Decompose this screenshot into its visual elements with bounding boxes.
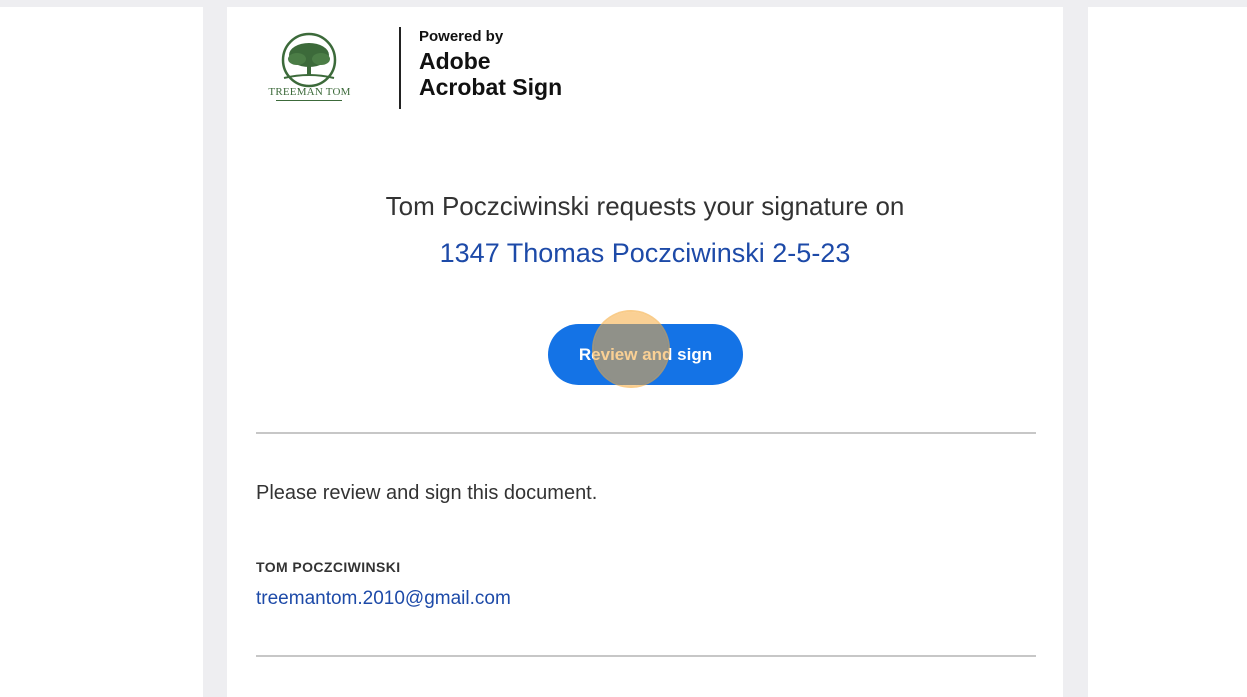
logo-divider xyxy=(399,27,401,109)
sender-email-link[interactable]: treemantom.2010@gmail.com xyxy=(256,588,511,610)
email-card: TREEMAN TOM Powered by Adobe Acrobat Sig… xyxy=(227,7,1063,697)
signature-request-text: Tom Poczciwinski requests your signature… xyxy=(385,191,905,221)
review-and-sign-button[interactable]: Review and sign xyxy=(548,324,743,385)
sender-name: TOM POCZCIWINSKI xyxy=(256,559,401,575)
page-background-right xyxy=(1063,0,1088,697)
section-divider-bottom xyxy=(256,655,1036,657)
product-name-line2: Acrobat Sign xyxy=(419,74,563,100)
logo-underline xyxy=(276,100,342,101)
message-text: Please review and sign this document. xyxy=(256,482,598,504)
page-background-left xyxy=(203,0,227,697)
document-title-link[interactable]: 1347 Thomas Poczciwinski 2-5-23 xyxy=(227,238,1063,269)
company-logo-text: TREEMAN TOM xyxy=(268,86,351,98)
powered-by-block: Powered by Adobe Acrobat Sign xyxy=(419,29,562,99)
page-background xyxy=(0,0,1247,7)
section-divider xyxy=(256,432,1036,434)
product-name-line1: Adobe xyxy=(419,48,491,74)
company-logo: TREEMAN TOM xyxy=(252,32,367,112)
tree-icon xyxy=(281,32,337,88)
powered-by-label: Powered by xyxy=(419,28,504,45)
